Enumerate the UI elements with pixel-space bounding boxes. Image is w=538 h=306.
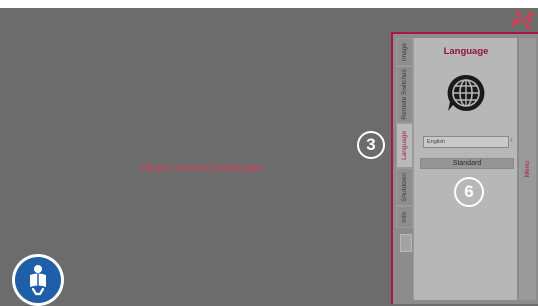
menu-tab[interactable]: Menu [519,38,536,300]
standard-button[interactable]: Standard [420,158,514,169]
globe-speech-icon [444,72,488,114]
pane-title: Language [443,46,489,57]
status-message: Please connect Endoscope. [141,163,265,174]
tab-remote-switches[interactable]: Remote Switches [396,66,413,123]
pinwheel-logo-icon [511,10,535,30]
callout-number: 3 [357,131,385,159]
panel-small-button[interactable] [400,234,412,252]
tab-language[interactable]: Language [396,123,413,168]
language-pane: Language English › Standard [413,38,517,300]
read-manual-button[interactable] [12,254,64,306]
top-bar [0,0,538,8]
language-select[interactable]: English [423,136,509,148]
tab-image[interactable]: Image [396,38,413,66]
read-manual-icon [15,257,61,303]
side-tab-bar: Image Remote Switches Language Shutdown … [396,38,413,228]
menu-label: Menu [524,160,531,178]
tab-shutdown[interactable]: Shutdown [396,168,413,206]
chevron-right-icon[interactable]: › [510,135,513,144]
callout-number: 6 [454,177,484,207]
tab-info[interactable]: Info [396,206,413,228]
